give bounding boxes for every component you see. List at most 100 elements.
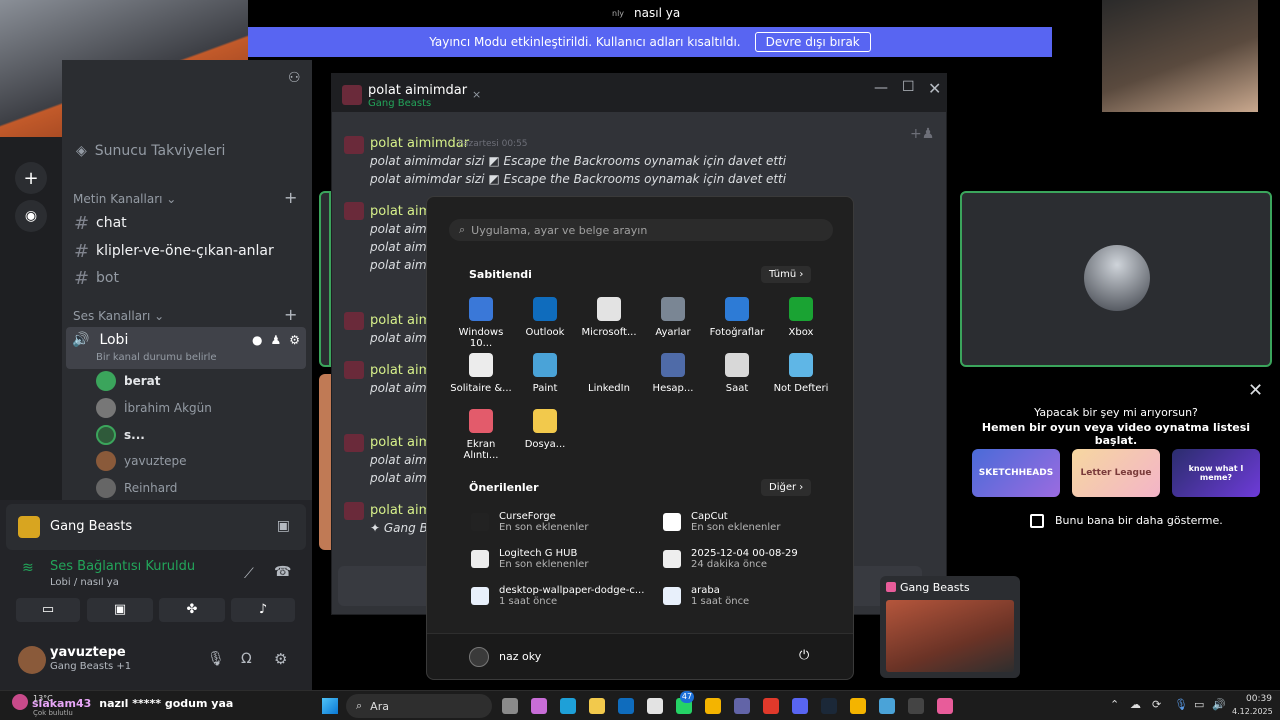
message-author[interactable]: polat aim <box>370 363 431 378</box>
microphone-icon[interactable]: 🎙 <box>207 651 225 667</box>
message-author[interactable]: polat aim <box>370 204 431 219</box>
connection-status[interactable]: Ses Bağlantısı Kuruldu <box>50 559 195 574</box>
minimize-icon[interactable]: — <box>874 80 888 96</box>
channel-chat[interactable]: # chat <box>74 210 304 236</box>
add-friend-icon[interactable]: ⚇ <box>288 70 301 86</box>
teams-icon[interactable] <box>734 698 750 714</box>
pinned-app[interactable]: Windows 10... <box>449 297 513 349</box>
video-tile[interactable] <box>960 191 1272 367</box>
steam-icon[interactable] <box>821 698 837 714</box>
mic-icon[interactable]: 🎙 <box>1174 698 1188 711</box>
recommended-item[interactable]: CapCut En son eklenenler <box>663 511 780 533</box>
recommended-item[interactable]: araba 1 saat önce <box>663 585 749 607</box>
clock-time[interactable]: 00:39 <box>1246 694 1272 704</box>
camera-button[interactable]: ▭ <box>16 598 80 622</box>
pinned-app[interactable]: Solitaire &... <box>449 353 513 394</box>
recommended-item[interactable]: Logitech G HUB En son eklenenler <box>471 548 588 570</box>
pinned-app[interactable]: Paint <box>513 353 577 394</box>
pinned-app[interactable]: Hesap... <box>641 353 705 394</box>
all-apps-button[interactable]: Tümü › <box>761 266 812 283</box>
connection-sub[interactable]: Lobi / nasıl ya <box>50 577 119 588</box>
windows-start-icon[interactable] <box>322 698 338 714</box>
video-tile-partial[interactable] <box>319 191 331 367</box>
more-button[interactable]: Diğer › <box>761 479 812 496</box>
add-text-channel-icon[interactable]: + <box>284 188 297 207</box>
task-view-icon[interactable] <box>502 698 518 714</box>
screen-share-icon[interactable]: ▣ <box>277 518 290 534</box>
settings-gear-icon[interactable]: ⚙ <box>289 333 300 347</box>
taskbar-search[interactable]: ⌕ Ara <box>346 694 492 718</box>
explorer-icon[interactable] <box>589 698 605 714</box>
pinned-app[interactable]: Not Defteri <box>769 353 833 394</box>
chevron-up-icon[interactable]: ⌃ <box>1110 698 1119 711</box>
disable-streamer-mode-button[interactable]: Devre dışı bırak <box>754 32 871 52</box>
user-settings-icon[interactable]: ⚙ <box>274 650 287 668</box>
message-author[interactable]: polat aim <box>370 503 431 518</box>
voice-channels-header[interactable]: Ses Kanalları ⌄ <box>73 309 164 323</box>
video-tile-partial[interactable] <box>319 374 331 550</box>
soundboard-button[interactable]: ♪ <box>231 598 295 622</box>
chrome-icon[interactable] <box>850 698 866 714</box>
text-channels-header[interactable]: Metin Kanalları ⌄ <box>73 192 176 206</box>
outlook-icon[interactable] <box>618 698 634 714</box>
voice-user[interactable]: berat <box>96 369 160 393</box>
weather-icon[interactable] <box>12 694 28 710</box>
obs-icon[interactable] <box>908 698 924 714</box>
voice-status[interactable]: Bir kanal durumu belirle <box>96 352 217 363</box>
volume-icon[interactable]: 🔊 <box>1212 698 1226 711</box>
sync-icon[interactable]: ⟳ <box>1152 698 1161 711</box>
pinned-app[interactable]: Dosya... <box>513 409 577 450</box>
disconnect-icon[interactable]: ☎ <box>274 564 291 580</box>
avatar[interactable] <box>18 646 46 674</box>
activities-button[interactable]: ✤ <box>159 598 225 622</box>
copilot-icon[interactable] <box>531 698 547 714</box>
discover-icon[interactable]: ◉ <box>15 200 47 232</box>
add-voice-channel-icon[interactable]: + <box>284 305 297 324</box>
pinned-app[interactable]: Ekran Alıntı... <box>449 409 513 461</box>
dont-show-label[interactable]: Bunu bana bir daha gösterme. <box>1055 514 1223 527</box>
invite-icon[interactable]: ♟ <box>270 333 281 347</box>
pinned-app[interactable]: Saat <box>705 353 769 394</box>
pinned-app[interactable]: Ayarlar <box>641 297 705 338</box>
activity-card-meme[interactable]: know what I meme? <box>1172 449 1260 497</box>
activity-card-sketchheads[interactable]: SKETCHHEADS <box>972 449 1060 497</box>
start-search-input[interactable]: ⌕ Uygulama, ayar ve belge arayın <box>449 219 833 241</box>
chrome-icon[interactable] <box>705 698 721 714</box>
store-icon[interactable] <box>647 698 663 714</box>
edge-icon[interactable] <box>560 698 576 714</box>
message-author[interactable]: polat aimimdar <box>370 136 469 151</box>
voice-user[interactable]: yavuztepe <box>96 449 187 473</box>
dont-show-checkbox[interactable] <box>1030 514 1044 528</box>
activity-card-letter-league[interactable]: Letter League <box>1072 449 1160 497</box>
add-member-icon[interactable]: +♟ <box>910 126 934 142</box>
start-user-name[interactable]: naz oky <box>499 650 541 663</box>
cloud-icon[interactable]: ☁ <box>1130 698 1141 711</box>
screen-share-button[interactable]: ▣ <box>87 598 153 622</box>
maximize-icon[interactable]: ☐ <box>902 79 915 95</box>
pinned-app[interactable]: Outlook <box>513 297 577 338</box>
channel-bot[interactable]: # bot <box>74 265 304 291</box>
voice-user[interactable]: İbrahim Akgün <box>96 396 212 420</box>
snip-icon[interactable] <box>879 698 895 714</box>
app-icon[interactable] <box>763 698 779 714</box>
voice-channel-lobi[interactable]: 🔊 Lobi Bir kanal durumu belirle ● ♟ ⚙ <box>66 327 306 369</box>
voice-user[interactable]: s... <box>96 423 145 447</box>
chat-bubble-icon[interactable]: ● <box>252 333 262 347</box>
pinned-app[interactable]: LinkedIn <box>577 353 641 394</box>
power-icon[interactable]: ⏻ <box>799 648 809 663</box>
user-avatar-icon[interactable] <box>469 647 489 667</box>
close-icon[interactable]: ✕ <box>928 79 941 98</box>
clock-date[interactable]: 4.12.2025 <box>1232 707 1273 716</box>
recommended-item[interactable]: desktop-wallpaper-dodge-c... 1 saat önce <box>471 585 644 607</box>
pinned-app[interactable]: Microsoft... <box>577 297 641 338</box>
channel-klipler[interactable]: # klipler-ve-öne-çıkan-anlar <box>74 238 304 264</box>
server-boosts-link[interactable]: Sunucu Takviyeleri <box>95 143 226 159</box>
discord-icon[interactable] <box>792 698 808 714</box>
close-tab-icon[interactable]: × <box>472 88 481 101</box>
message-author[interactable]: polat aim <box>370 313 431 328</box>
display-icon[interactable]: ▭ <box>1194 698 1204 711</box>
message-author[interactable]: polat aim <box>370 435 431 450</box>
activity-card[interactable]: Gang Beasts ▣ <box>6 504 306 550</box>
noise-suppression-icon[interactable]: ⟋ <box>244 566 254 582</box>
pinned-app[interactable]: Fotoğraflar <box>705 297 769 338</box>
